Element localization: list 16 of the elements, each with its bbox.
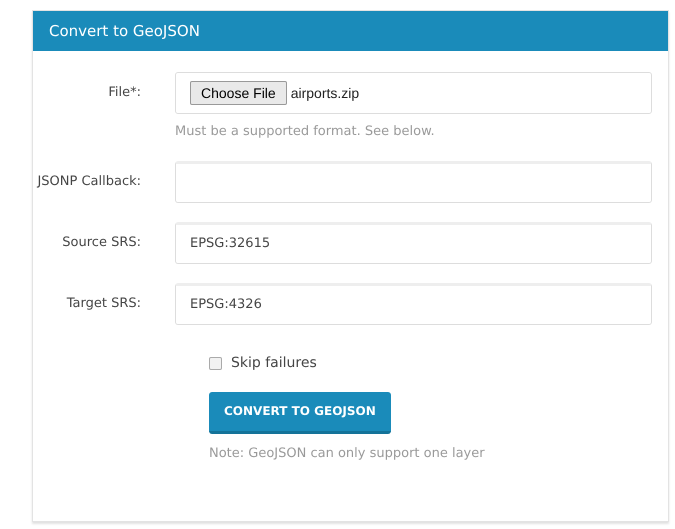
file-field[interactable]: Choose File airports.zip (175, 72, 652, 114)
help-text: Must be a supported format. See below. (175, 123, 436, 141)
text-field[interactable] (175, 160, 652, 202)
file-name: airports.zip (290, 84, 360, 103)
text-field[interactable]: EPSG:4326 (175, 282, 652, 324)
field-label: File*: (108, 84, 141, 102)
field-label: JSONP Callback: (37, 172, 141, 190)
field-label: Source SRS: (62, 234, 141, 252)
choose-file-button[interactable]: Choose File (190, 81, 287, 105)
skip-failures-checkbox[interactable] (209, 356, 222, 370)
panel-title: Convert to GeoJSON (49, 20, 200, 42)
field-label: Target SRS: (66, 294, 141, 312)
note-text: Note: GeoJSON can only support one layer (209, 444, 485, 462)
checkbox-label: Skip failures (231, 354, 317, 372)
text-field[interactable]: EPSG:32615 (175, 222, 652, 264)
convert-button[interactable]: CONVERT TO GEOJSON (209, 392, 391, 434)
